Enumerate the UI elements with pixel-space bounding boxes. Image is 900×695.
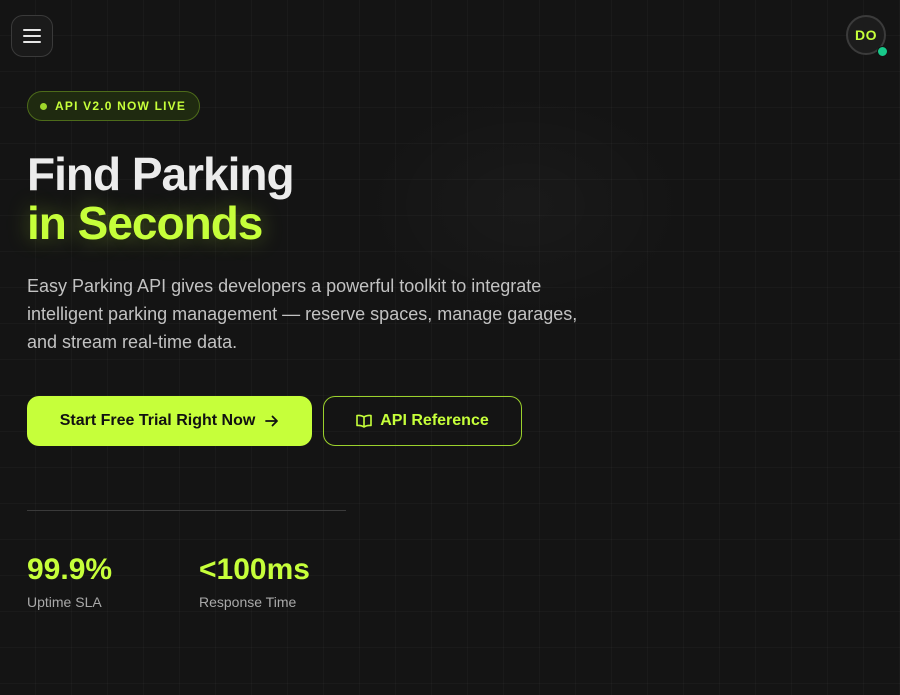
stat-uptime-value: 99.9% (27, 553, 113, 586)
api-reference-button[interactable]: API Reference (323, 396, 522, 446)
menu-button[interactable] (11, 15, 53, 57)
api-version-badge: API V2.0 NOW LIVE (27, 91, 201, 121)
hamburger-menu-icon (23, 29, 41, 43)
api-reference-label: API Reference (380, 412, 489, 429)
hero-description: Easy Parking API gives developers a powe… (27, 276, 578, 352)
live-dot-icon (40, 102, 47, 110)
start-free-trial-button[interactable]: Start Free Trial Right Now (27, 396, 312, 446)
start-free-trial-label: Start Free Trial Right Now (59, 412, 256, 429)
hero-title-line2: in Seconds (27, 197, 263, 249)
arrow-right-icon (265, 415, 279, 427)
stats-divider (27, 510, 346, 511)
hero-title-line1: Find Parking (27, 148, 295, 200)
book-open-icon (356, 414, 373, 428)
badge-label: API V2.0 NOW LIVE (55, 99, 187, 113)
online-status-dot (877, 46, 888, 57)
stat-uptime-label: Uptime SLA (27, 594, 102, 610)
stat-response-time-value: <100ms (199, 553, 310, 586)
stat-uptime: 99.9% Uptime SLA (27, 553, 112, 610)
stat-response-time-label: Response Time (199, 594, 297, 610)
stat-response-time: <100ms Response Time (199, 553, 310, 610)
hero-title: Find Parking in Seconds (27, 148, 295, 249)
